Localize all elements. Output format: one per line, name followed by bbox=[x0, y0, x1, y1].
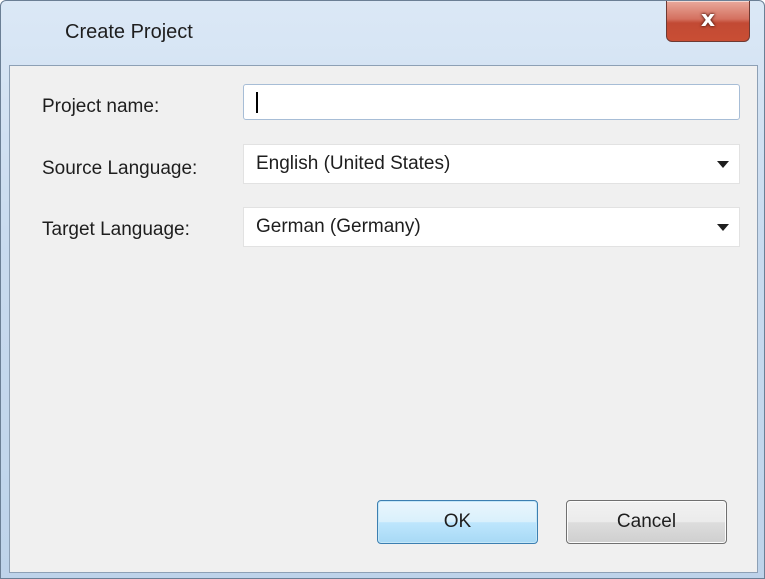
target-language-value: German (Germany) bbox=[256, 216, 421, 237]
close-icon: x bbox=[700, 7, 716, 32]
text-caret bbox=[256, 92, 258, 113]
chevron-down-icon bbox=[717, 161, 729, 168]
source-language-dropdown[interactable]: English (United States) bbox=[243, 144, 740, 184]
source-language-value: English (United States) bbox=[256, 153, 451, 174]
project-name-input[interactable] bbox=[243, 84, 740, 120]
project-name-label: Project name: bbox=[42, 96, 160, 117]
dialog-body: Project name: Source Language: English (… bbox=[9, 65, 758, 573]
source-language-label: Source Language: bbox=[42, 158, 198, 179]
target-language-dropdown[interactable]: German (Germany) bbox=[243, 207, 740, 247]
title-bar: Create Project x bbox=[1, 1, 764, 65]
target-language-label: Target Language: bbox=[42, 219, 190, 240]
ok-button[interactable]: OK bbox=[377, 500, 538, 544]
dialog-title: Create Project bbox=[65, 21, 193, 43]
create-project-dialog: Create Project x Project name: Source La… bbox=[0, 0, 765, 579]
close-button[interactable]: x bbox=[666, 1, 750, 42]
chevron-down-icon bbox=[717, 224, 729, 231]
cancel-button[interactable]: Cancel bbox=[566, 500, 727, 544]
